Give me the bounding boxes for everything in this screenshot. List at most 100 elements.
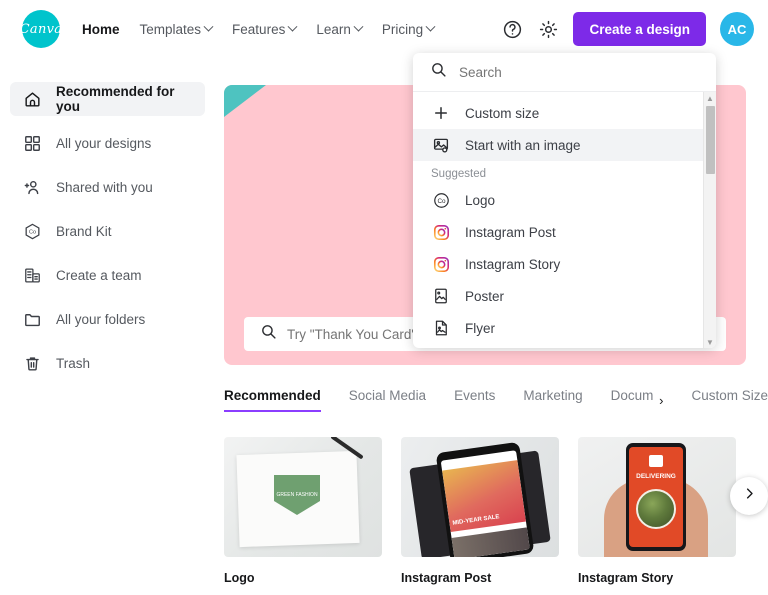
- app-header: Canva Home Templates Features Learn Pric…: [0, 0, 768, 58]
- chevron-down-icon: [425, 21, 436, 32]
- template-card-instagram-post[interactable]: MID-YEAR SALE Instagram Post: [401, 437, 559, 585]
- thumbnail-phone: MID-YEAR SALE: [435, 441, 535, 557]
- tab-events[interactable]: Events: [454, 388, 495, 412]
- nav-item-pricing[interactable]: Pricing: [381, 21, 436, 37]
- sidebar-label-shared-with-you: Shared with you: [56, 179, 153, 195]
- question-circle-icon[interactable]: [501, 18, 523, 40]
- sidebar-label-all-your-folders: All your folders: [56, 311, 146, 327]
- search-icon: [260, 323, 277, 345]
- dropdown-label-poster: Poster: [465, 288, 505, 304]
- sidebar-item-all-your-folders[interactable]: All your folders: [10, 302, 205, 336]
- chevron-down-icon: [353, 21, 364, 32]
- dropdown-item-flyer[interactable]: Flyer: [413, 312, 716, 344]
- header-actions: Create a design AC: [501, 12, 754, 46]
- nav-item-features[interactable]: Features: [232, 21, 298, 37]
- sidebar-label-all-your-designs: All your designs: [56, 135, 152, 151]
- sidebar-label-recommended-for-you: Recommended for you: [56, 84, 175, 114]
- tabs-next-arrow-icon[interactable]: ›: [659, 393, 663, 408]
- carousel-next-button[interactable]: [730, 477, 768, 515]
- dropdown-search-row[interactable]: [413, 53, 716, 92]
- sidebar-label-create-a-team: Create a team: [56, 267, 142, 283]
- scroll-down-arrow-icon[interactable]: ▼: [704, 336, 716, 348]
- tab-marketing[interactable]: Marketing: [523, 388, 582, 412]
- search-icon: [430, 61, 447, 83]
- canva-logo[interactable]: Canva: [19, 10, 63, 48]
- scroll-up-arrow-icon[interactable]: ▲: [704, 92, 716, 104]
- template-label-logo: Logo: [224, 571, 255, 585]
- nav-item-home[interactable]: Home: [82, 22, 120, 37]
- create-design-dropdown: Custom size Start with an image Suggeste…: [413, 53, 716, 348]
- nav-label-home: Home: [82, 21, 120, 37]
- nav-label-pricing: Pricing: [381, 21, 424, 37]
- sidebar-item-all-your-designs[interactable]: All your designs: [10, 126, 205, 160]
- dropdown-label-custom-size: Custom size: [465, 105, 540, 121]
- people-add-icon: [22, 177, 42, 197]
- hero-corner-decoration: [224, 85, 266, 117]
- dropdown-label-start-with-an-image: Start with an image: [465, 137, 581, 153]
- nav-item-learn[interactable]: Learn: [316, 21, 364, 37]
- tab-recommended[interactable]: Recommended: [224, 388, 321, 412]
- thumbnail-post-text: MID-YEAR SALE: [452, 514, 500, 528]
- dropdown-item-instagram-post[interactable]: Instagram Post: [413, 216, 716, 248]
- tab-label-custom-size: Custom Size: [691, 388, 768, 403]
- template-thumbnail-instagram-post[interactable]: MID-YEAR SALE: [401, 437, 559, 557]
- chevron-down-icon: [287, 21, 298, 32]
- nav-label-features: Features: [232, 21, 286, 37]
- dropdown-item-start-with-an-image[interactable]: Start with an image: [413, 129, 716, 161]
- template-cards: GREEN FASHION Logo MID-YEAR SALE Instagr…: [224, 437, 736, 585]
- dropdown-item-instagram-story[interactable]: Instagram Story: [413, 248, 716, 280]
- sidebar-item-create-a-team[interactable]: Create a team: [10, 258, 205, 292]
- scrollbar-thumb[interactable]: [706, 106, 715, 174]
- dropdown-search-input[interactable]: [459, 64, 699, 80]
- template-label-instagram-post: Instagram Post: [401, 571, 492, 585]
- create-a-design-button[interactable]: Create a design: [573, 12, 706, 46]
- svg-text:Co: Co: [28, 229, 35, 235]
- dropdown-label-logo: Logo: [465, 192, 496, 208]
- grid-icon: [22, 133, 42, 153]
- avatar-initials: AC: [727, 21, 747, 37]
- image-icon: [431, 135, 451, 155]
- avatar[interactable]: AC: [720, 12, 754, 46]
- sidebar-item-brand-kit[interactable]: Co Brand Kit: [10, 214, 205, 248]
- thumbnail-phone-screen: MID-YEAR SALE: [440, 450, 530, 557]
- tab-label-social-media: Social Media: [348, 388, 427, 403]
- main-navigation: Home Templates Features Learn Pricing: [82, 21, 436, 37]
- tab-label-documents: Documents: [610, 388, 654, 403]
- chevron-right-icon: [742, 486, 757, 506]
- sidebar-item-recommended-for-you[interactable]: Recommended for you: [10, 82, 205, 116]
- chevron-down-icon: [203, 21, 214, 32]
- template-thumbnail-logo[interactable]: GREEN FASHION: [224, 437, 382, 557]
- dropdown-body: Custom size Start with an image Suggeste…: [413, 92, 716, 348]
- tab-label-recommended: Recommended: [224, 388, 321, 403]
- tab-social-media[interactable]: Social Media: [349, 388, 426, 412]
- dropdown-scrollbar[interactable]: ▲ ▼: [703, 92, 716, 348]
- sidebar-item-trash[interactable]: Trash: [10, 346, 205, 380]
- home-icon: [22, 89, 42, 109]
- folder-icon: [22, 309, 42, 329]
- tab-documents[interactable]: Documents: [611, 388, 653, 412]
- dropdown-item-custom-size[interactable]: Custom size: [413, 97, 716, 129]
- thumbnail-phone: DELIVERING: [626, 443, 686, 551]
- canva-home-page: Canva Home Templates Features Learn Pric…: [0, 0, 768, 595]
- thumbnail-phone-screen: DELIVERING: [629, 447, 683, 547]
- dropdown-item-poster[interactable]: Poster: [413, 280, 716, 312]
- dropdown-item-logo[interactable]: Co Logo: [413, 184, 716, 216]
- sidebar-item-shared-with-you[interactable]: Shared with you: [10, 170, 205, 204]
- template-card-logo[interactable]: GREEN FASHION Logo: [224, 437, 382, 585]
- template-thumbnail-instagram-story[interactable]: DELIVERING: [578, 437, 736, 557]
- thumbnail-food-bowl: [636, 489, 676, 529]
- thumbnail-badge-text: GREEN FASHION: [276, 491, 318, 498]
- template-card-instagram-story[interactable]: DELIVERING Instagram Story: [578, 437, 736, 585]
- gear-icon[interactable]: [537, 18, 559, 40]
- building-icon: [22, 265, 42, 285]
- instagram-icon: [431, 222, 451, 242]
- trash-icon: [22, 353, 42, 373]
- sidebar-label-trash: Trash: [56, 355, 91, 371]
- thumbnail-post-text: DELIVERING: [636, 473, 676, 480]
- canva-logo-text: Canva: [19, 21, 63, 37]
- template-label-instagram-story: Instagram Story: [578, 571, 674, 585]
- tab-custom-size[interactable]: Custom Size: [691, 388, 768, 412]
- nav-item-templates[interactable]: Templates: [140, 21, 214, 37]
- dropdown-list: Custom size Start with an image Suggeste…: [413, 92, 716, 344]
- thumbnail-feed-strip: [451, 527, 530, 557]
